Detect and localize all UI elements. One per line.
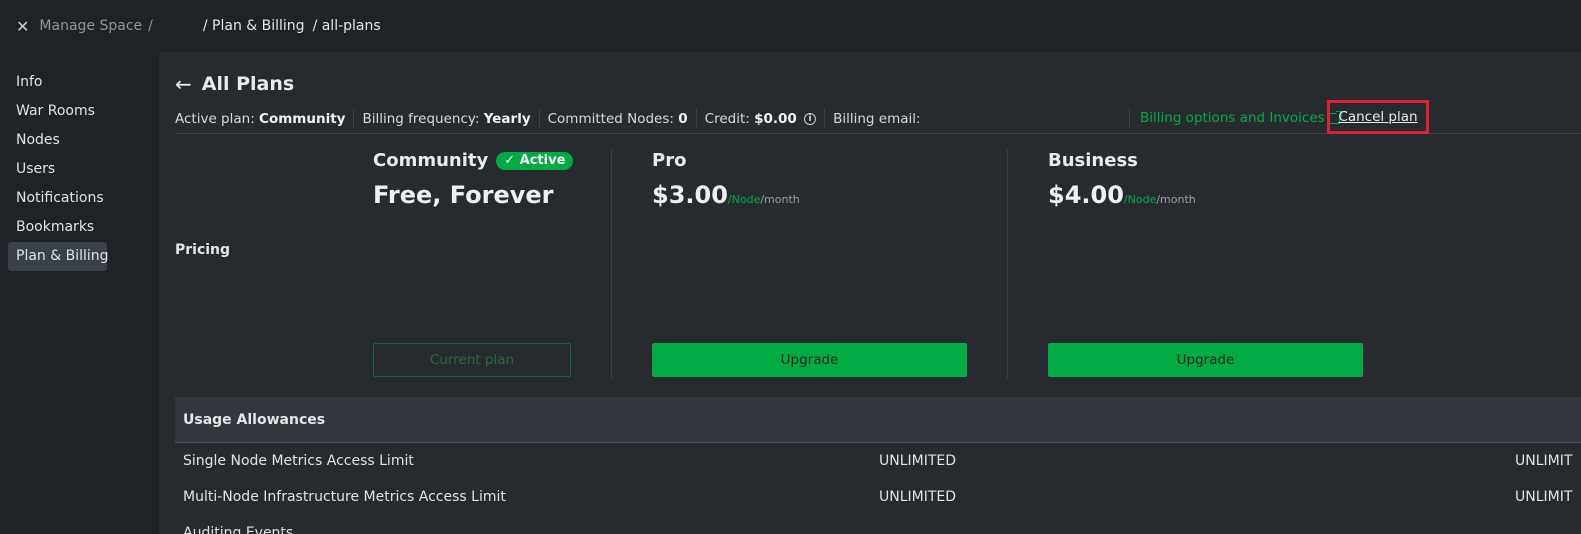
top-bar: ✕ Manage Space / / Plan & Billing / all-… [0, 0, 1581, 52]
usage-label: Multi-Node Infrastructure Metrics Access… [183, 489, 506, 505]
billing-frequency-info: Billing frequency: Yearly [353, 108, 538, 129]
sidebar-item-plan-billing[interactable]: Plan & Billing [8, 242, 109, 271]
billing-options-text: Billing options and Invoices [1140, 110, 1325, 126]
breadcrumb-all-plans: / all-plans [312, 18, 381, 34]
sidebar-item-bookmarks[interactable]: Bookmarks [8, 213, 107, 242]
active-plan-label: Active plan: [175, 110, 255, 127]
usage-label: Single Node Metrics Access Limit [183, 453, 414, 469]
plan-name: Community ✓ Active [373, 150, 574, 171]
billing-email-info: Billing email: [824, 108, 928, 129]
committed-nodes-info: Committed Nodes: 0 [538, 108, 696, 129]
credit-value: $0.00 [754, 110, 797, 127]
sidebar-item-notifications[interactable]: Notifications [8, 184, 107, 213]
usage-label: Auditing Events [183, 525, 294, 534]
billing-frequency-value: Yearly [483, 110, 531, 127]
usage-value-community: UNLIMITED [879, 453, 957, 469]
active-badge: ✓ Active [496, 151, 574, 170]
billing-frequency-label: Billing frequency: [362, 110, 480, 127]
plan-divider [611, 150, 612, 378]
sidebar: Info War Rooms Nodes Users Notifications… [0, 52, 159, 534]
breadcrumb-separator: / [148, 18, 153, 34]
table-row: Auditing Events [175, 515, 1581, 534]
price-unit-month: /month [1156, 193, 1196, 206]
page-heading: ← All Plans [175, 72, 294, 96]
breadcrumb-plan-billing[interactable]: / Plan & Billing [203, 18, 305, 34]
price-unit: /Node/month [728, 193, 800, 206]
plan-community-name: Community [373, 150, 489, 171]
price-unit-month: /month [760, 193, 800, 206]
active-plan-value: Community [259, 110, 346, 127]
plan-name: Business [1048, 150, 1196, 171]
plan-name: Pro [652, 150, 800, 171]
usage-value-pro: UNLIMIT [1515, 453, 1573, 469]
usage-value-pro: UNLIMIT [1515, 489, 1573, 505]
price-unit-node: /Node [727, 193, 761, 206]
credit-label: Credit: [704, 110, 750, 127]
main-content: ← All Plans Active plan: Community Billi… [159, 52, 1581, 534]
billing-email-label: Billing email: [833, 110, 921, 127]
cancel-plan-highlight: Cancel plan [1327, 100, 1429, 134]
upgrade-business-button[interactable]: Upgrade [1048, 343, 1363, 377]
upgrade-pro-button[interactable]: Upgrade [652, 343, 967, 377]
plan-divider [1007, 150, 1008, 378]
plan-pro-amount: $3.00 [652, 181, 728, 209]
table-row: Single Node Metrics Access Limit UNLIMIT… [175, 443, 1581, 479]
cancel-plan-link[interactable]: Cancel plan [1338, 109, 1417, 125]
credit-info: Credit: $0.00 i [695, 108, 824, 129]
billing-options-link[interactable]: Billing options and Invoices [1129, 108, 1342, 128]
page-title: All Plans [201, 73, 295, 95]
current-plan-button[interactable]: Current plan [373, 343, 571, 377]
sidebar-item-war-rooms[interactable]: War Rooms [8, 97, 107, 126]
sidebar-item-nodes[interactable]: Nodes [8, 126, 107, 155]
committed-nodes-label: Committed Nodes: [547, 110, 674, 127]
close-icon[interactable]: ✕ [16, 17, 29, 36]
sidebar-item-info[interactable]: Info [8, 68, 107, 97]
plan-business-price: $4.00/Node/month [1048, 181, 1196, 209]
plan-community-price: Free, Forever [373, 181, 554, 209]
sidebar-item-users[interactable]: Users [8, 155, 107, 184]
plan-pro-price: $3.00/Node/month [652, 181, 800, 209]
price-unit: /Node/month [1124, 193, 1196, 206]
table-row: Multi-Node Infrastructure Metrics Access… [175, 479, 1581, 515]
price-unit-node: /Node [1123, 193, 1157, 206]
committed-nodes-value: 0 [678, 110, 688, 127]
back-arrow-icon[interactable]: ← [175, 72, 192, 96]
active-plan-info: Active plan: Community [175, 109, 353, 129]
usage-value-community: UNLIMITED [879, 489, 957, 505]
plan-business-name: Business [1048, 150, 1138, 171]
plan-business-amount: $4.00 [1048, 181, 1124, 209]
plan-pro-name: Pro [652, 150, 687, 171]
pricing-label: Pricing [175, 242, 231, 258]
usage-allowances-header: Usage Allowances [175, 397, 1581, 443]
info-icon[interactable]: i [804, 112, 817, 125]
breadcrumb-manage-space[interactable]: Manage Space [39, 18, 142, 34]
